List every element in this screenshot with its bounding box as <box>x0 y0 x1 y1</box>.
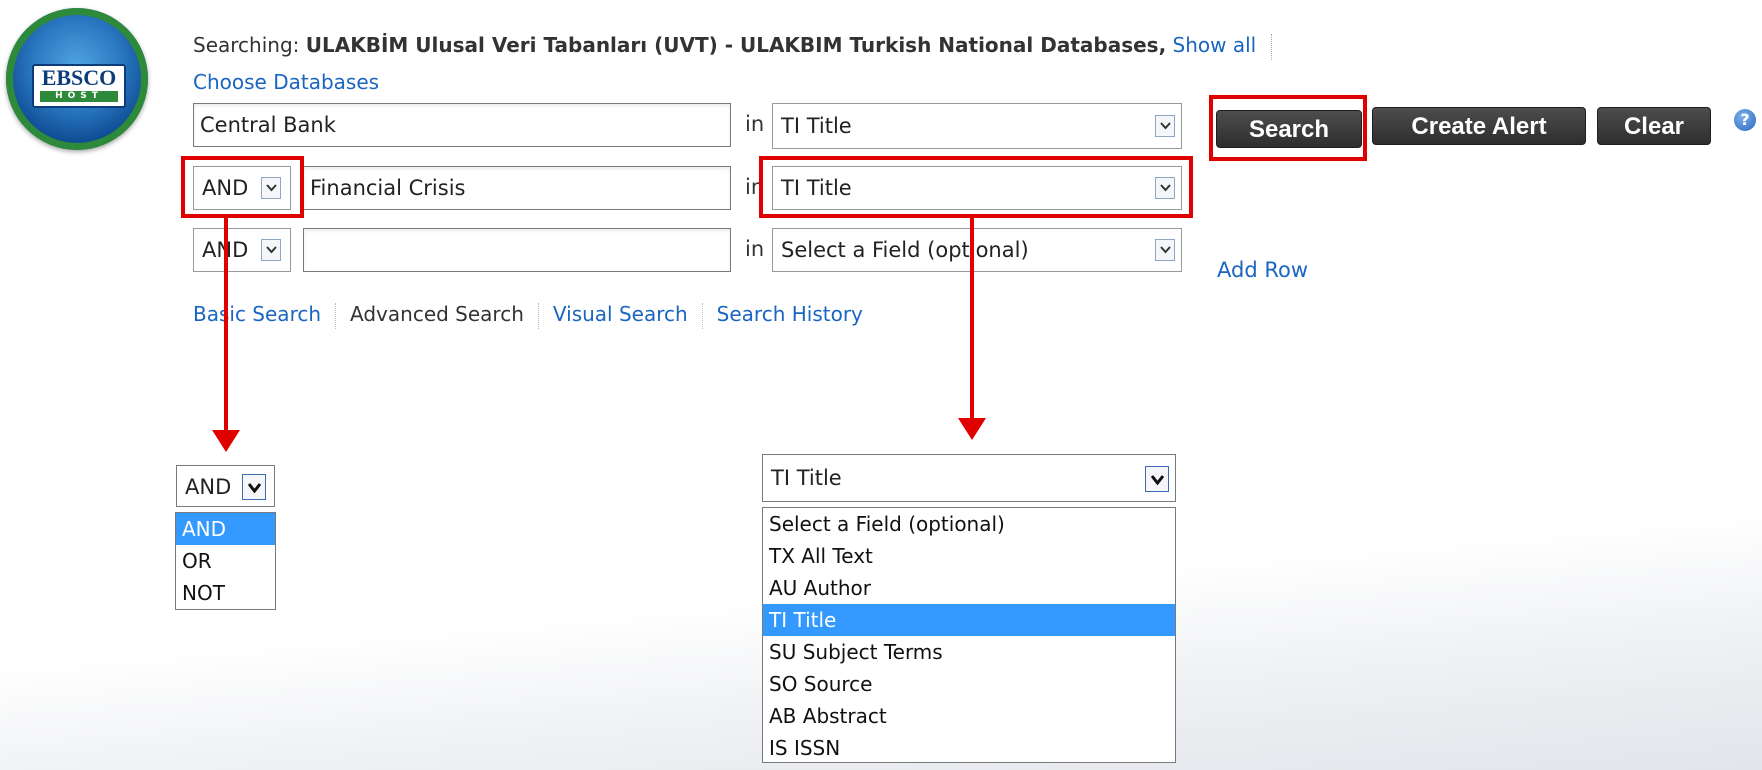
in-label-1: in <box>745 112 765 136</box>
tab-visual-search[interactable]: Visual Search <box>553 302 688 326</box>
search-term-input-1[interactable]: Central Bank <box>193 103 731 147</box>
arrow-down-icon <box>958 418 986 440</box>
operator-option-and[interactable]: AND <box>176 513 275 545</box>
divider <box>701 302 703 329</box>
operator-select-3[interactable]: AND <box>193 228 291 272</box>
operator-highlight <box>181 156 304 218</box>
chevron-down-icon <box>1155 115 1175 137</box>
field-dropdown-value: TI Title <box>771 466 842 490</box>
field-select-3[interactable]: Select a Field (optional) <box>772 228 1182 272</box>
choose-databases-link[interactable]: Choose Databases <box>193 70 379 94</box>
field-option-selected[interactable]: TI Title <box>763 604 1175 636</box>
chevron-down-icon <box>261 239 281 261</box>
database-name: ULAKBİM Ulusal Veri Tabanları (UVT) - UL… <box>305 33 1167 57</box>
show-all-link[interactable]: Show all <box>1173 33 1257 57</box>
field-select-1-value: TI Title <box>781 114 852 138</box>
searching-label: Searching: <box>193 33 300 57</box>
divider <box>1270 33 1272 60</box>
tab-search-history[interactable]: Search History <box>717 302 863 326</box>
add-row-link[interactable]: Add Row <box>1217 258 1308 282</box>
chevron-down-icon <box>1155 239 1175 261</box>
searching-line: Searching: ULAKBİM Ulusal Veri Tabanları… <box>193 33 1272 60</box>
search-term-input-2[interactable]: Financial Crisis <box>303 166 731 210</box>
logo-badge: EBSCO HOST <box>32 64 126 108</box>
divider <box>537 302 539 329</box>
search-mode-tabs: Basic Search Advanced Search Visual Search… <box>193 302 863 329</box>
logo-main-text: EBSCO <box>41 65 117 90</box>
ebsco-host-logo[interactable]: EBSCO HOST <box>6 8 148 150</box>
tab-advanced-search[interactable]: Advanced Search <box>350 302 524 326</box>
search-term-input-3[interactable] <box>303 228 731 272</box>
chevron-down-icon <box>1145 466 1169 492</box>
connector-line-right <box>970 216 974 422</box>
tab-basic-search[interactable]: Basic Search <box>193 302 321 326</box>
chevron-down-icon <box>242 474 266 500</box>
field-select-3-value: Select a Field (optional) <box>781 238 1029 262</box>
field-select-1[interactable]: TI Title <box>772 103 1182 149</box>
connector-line-left <box>224 216 228 436</box>
operator-option-or[interactable]: OR <box>176 545 275 577</box>
field-options-list: Select a Field (optional) TX All Text AU… <box>762 507 1176 763</box>
operator-options-list: AND OR NOT <box>175 512 276 610</box>
field-option[interactable]: AB Abstract <box>763 700 1175 732</box>
clear-button[interactable]: Clear <box>1597 107 1711 145</box>
create-alert-button[interactable]: Create Alert <box>1372 107 1586 145</box>
field-option[interactable]: IS ISSN <box>763 732 1175 764</box>
operator-option-not[interactable]: NOT <box>176 577 275 609</box>
search-button-highlight <box>1209 95 1367 161</box>
field-option[interactable]: Select a Field (optional) <box>763 508 1175 540</box>
field-highlight <box>759 156 1193 218</box>
divider <box>335 302 337 329</box>
help-icon[interactable]: ? <box>1734 109 1756 131</box>
field-option[interactable]: TX All Text <box>763 540 1175 572</box>
field-option[interactable]: SU Subject Terms <box>763 636 1175 668</box>
arrow-down-icon <box>212 430 240 452</box>
operator-dropdown-value: AND <box>185 475 232 499</box>
logo-sub-text: HOST <box>40 91 118 102</box>
in-label-3: in <box>745 237 765 261</box>
field-option[interactable]: AU Author <box>763 572 1175 604</box>
field-option[interactable]: SO Source <box>763 668 1175 700</box>
field-dropdown[interactable]: TI Title <box>762 454 1176 502</box>
operator-dropdown[interactable]: AND <box>176 465 275 507</box>
